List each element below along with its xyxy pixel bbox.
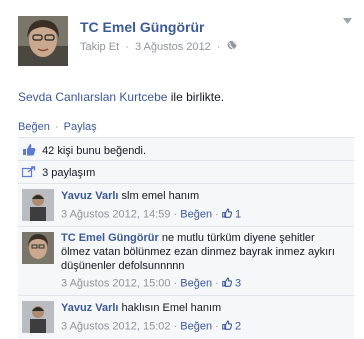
follow-link[interactable]: Takip Et xyxy=(80,41,119,53)
meta-separator: · xyxy=(216,40,221,53)
comment-item: Yavuz Varlı haklısın Emel hanım 3 Ağusto… xyxy=(18,295,354,339)
thumbs-up-icon xyxy=(222,208,232,221)
comment-meta: 3 Ağustos 2012, 15:00 · Beğen · 3 xyxy=(61,277,241,290)
comment-author[interactable]: Yavuz Varlı xyxy=(61,302,118,314)
comment-like-button[interactable]: Beğen xyxy=(180,320,212,332)
comment-meta: 3 Ağustos 2012, 14:59 · Beğen · 1 xyxy=(61,208,241,221)
post-header: TC Emel Güngörür Takip Et · 3 Ağustos 20… xyxy=(18,16,358,66)
globe-icon xyxy=(227,40,237,53)
comment-date[interactable]: 3 Ağustos 2012, 14:59 xyxy=(61,208,170,220)
likes-summary: 42 kişi bunu beğendi. xyxy=(22,143,146,159)
comment-like-button[interactable]: Beğen xyxy=(180,277,212,289)
thumbs-up-icon xyxy=(22,143,36,159)
post-author-name[interactable]: TC Emel Güngörür xyxy=(80,19,204,35)
likes-row: 42 kişi bunu beğendi. xyxy=(18,137,354,160)
meta-separator: · xyxy=(215,277,219,290)
commenter-photo xyxy=(22,301,54,333)
comment-body: Yavuz Varlı haklısın Emel hanım xyxy=(61,301,346,315)
comment-text: slm emel hanım xyxy=(121,190,200,202)
meta-separator: · xyxy=(215,320,219,333)
comment-avatar[interactable] xyxy=(22,189,54,221)
comment-like-count[interactable]: 3 xyxy=(235,277,241,289)
author-avatar[interactable] xyxy=(18,16,68,66)
post-date[interactable]: 3 Ağustos 2012 xyxy=(135,41,211,53)
comment-author[interactable]: Yavuz Varlı xyxy=(61,190,118,202)
comment-date[interactable]: 3 Ağustos 2012, 15:02 xyxy=(61,320,170,332)
comment-author[interactable]: TC Emel Güngörür xyxy=(61,232,159,244)
meta-separator: · xyxy=(173,320,178,333)
commenter-photo xyxy=(22,232,54,264)
post-text-suffix: ile birlikte. xyxy=(170,90,225,104)
shares-count-link[interactable]: 3 paylaşım xyxy=(42,167,95,179)
comment-like-count[interactable]: 2 xyxy=(235,320,241,332)
like-button[interactable]: Beğen xyxy=(18,121,50,133)
post-options-chevron-icon[interactable] xyxy=(343,16,352,24)
comment-avatar[interactable] xyxy=(22,232,54,264)
meta-separator: · xyxy=(125,40,129,53)
meta-separator: · xyxy=(173,208,178,221)
shares-summary: 3 paylaşım xyxy=(21,166,95,181)
post-meta: Takip Et · 3 Ağustos 2012 · xyxy=(80,40,237,53)
action-separator: · xyxy=(54,121,59,133)
comment-body: Yavuz Varlı slm emel hanım xyxy=(61,189,346,203)
meta-separator: · xyxy=(173,277,178,290)
share-button[interactable]: Paylaş xyxy=(64,121,97,133)
comment-body: TC Emel Güngörür ne mutlu türküm diyene … xyxy=(61,231,346,273)
comment-item: TC Emel Güngörür ne mutlu türküm diyene … xyxy=(18,226,354,295)
author-photo xyxy=(18,16,68,66)
comment-like-count[interactable]: 1 xyxy=(235,208,241,220)
comment-like-button[interactable]: Beğen xyxy=(180,208,212,220)
meta-separator: · xyxy=(215,208,219,221)
comment-avatar[interactable] xyxy=(22,301,54,333)
commenter-photo xyxy=(22,189,54,221)
thumbs-up-icon xyxy=(222,320,232,333)
comment-text: haklısın Emel hanım xyxy=(121,302,222,314)
comment-date[interactable]: 3 Ağustos 2012, 15:00 xyxy=(61,277,170,289)
post-actions: Beğen · Paylaş xyxy=(18,121,97,133)
thumbs-up-icon xyxy=(222,277,232,290)
share-icon xyxy=(21,166,36,181)
comment-meta: 3 Ağustos 2012, 15:02 · Beğen · 2 xyxy=(61,320,241,333)
likes-count-link[interactable]: 42 kişi bunu beğendi. xyxy=(42,145,146,157)
post-text: Sevda Canlıarslan Kurtcebe ile birlikte. xyxy=(18,90,224,104)
tagged-person-link[interactable]: Sevda Canlıarslan Kurtcebe xyxy=(18,90,167,104)
shares-row: 3 paylaşım xyxy=(18,160,354,183)
comment-item: Yavuz Varlı slm emel hanım 3 Ağustos 201… xyxy=(18,183,354,226)
